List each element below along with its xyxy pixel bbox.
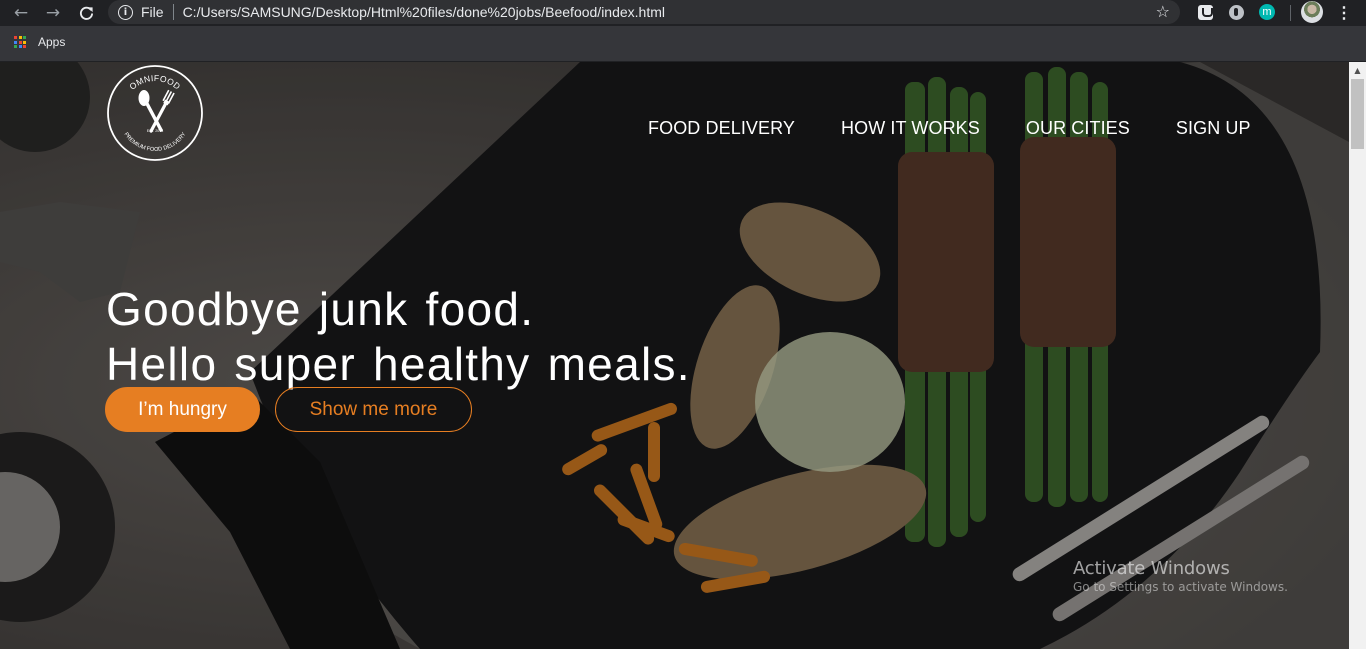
omnifood-logo[interactable]: OMNIFOOD PREMIUM FOOD DELIVERY EST. 2014: [106, 64, 204, 162]
extension-icon: [1228, 4, 1244, 20]
bookmark-star-icon[interactable]: ☆: [1156, 2, 1170, 21]
headline-line-1: Goodbye junk food.: [106, 283, 535, 335]
divider: [172, 4, 174, 20]
m-extension-icon: m: [1259, 4, 1275, 20]
browser-menu-button[interactable]: ⋮: [1334, 2, 1354, 24]
profile-avatar[interactable]: [1301, 1, 1323, 23]
nav-item-our-cities[interactable]: OUR CITIES: [1026, 118, 1130, 139]
vertical-scrollbar[interactable]: ▲: [1349, 62, 1366, 649]
extension-m-button[interactable]: m: [1258, 3, 1276, 21]
browser-toolbar: ← → i File C:/Users/SAMSUNG/Desktop/Html…: [0, 0, 1366, 26]
show-me-more-button[interactable]: Show me more: [275, 387, 472, 432]
nav-item-sign-up[interactable]: SIGN UP: [1176, 118, 1251, 139]
nav-item-how-it-works[interactable]: HOW IT WORKS: [841, 118, 980, 139]
svg-text:PREMIUM FOOD DELIVERY: PREMIUM FOOD DELIVERY: [123, 131, 188, 153]
headline-line-2: Hello super healthy meals.: [106, 338, 691, 390]
info-icon[interactable]: i: [118, 4, 133, 20]
activate-windows-title: Activate Windows: [1073, 558, 1230, 579]
divider: [1290, 5, 1291, 21]
scrollbar-thumb[interactable]: [1351, 79, 1364, 149]
more-vert-icon: ⋮: [1336, 5, 1352, 22]
hero-headline: Goodbye junk food. Hello super healthy m…: [106, 282, 691, 392]
apps-shortcut[interactable]: Apps: [14, 35, 65, 49]
reload-button[interactable]: [74, 1, 98, 25]
browser-chrome: ← → i File C:/Users/SAMSUNG/Desktop/Html…: [0, 0, 1366, 62]
extension-button[interactable]: [1227, 3, 1245, 21]
logo-est-text: EST. 2014: [147, 129, 164, 133]
extension-pocket-button[interactable]: [1196, 3, 1214, 21]
address-bar[interactable]: i File C:/Users/SAMSUNG/Desktop/Html%20f…: [108, 0, 1180, 24]
scheme-label: File: [141, 4, 164, 20]
logo-bottom-text: PREMIUM FOOD DELIVERY: [123, 131, 188, 153]
spoon-fork-icon: [138, 89, 175, 133]
bookmarks-bar: Apps: [0, 26, 1366, 62]
scroll-up-arrow-icon[interactable]: ▲: [1349, 62, 1366, 79]
reload-icon: [79, 6, 93, 20]
url-text[interactable]: C:/Users/SAMSUNG/Desktop/Html%20files/do…: [183, 4, 665, 20]
back-button[interactable]: ←: [9, 1, 33, 25]
main-nav: FOOD DELIVERY HOW IT WORKS OUR CITIES SI…: [648, 118, 1251, 139]
apps-grid-icon: [14, 36, 26, 48]
arrow-left-icon: ←: [13, 3, 29, 23]
logo-top-text: OMNIFOOD: [127, 73, 182, 92]
im-hungry-button[interactable]: I’m hungry: [105, 387, 260, 432]
svg-text:OMNIFOOD: OMNIFOOD: [127, 73, 182, 92]
forward-button[interactable]: →: [41, 1, 65, 25]
apps-label: Apps: [38, 35, 66, 49]
pocket-icon: [1197, 4, 1213, 20]
activate-windows-subtitle: Go to Settings to activate Windows.: [1073, 580, 1288, 594]
nav-item-food-delivery[interactable]: FOOD DELIVERY: [648, 118, 795, 139]
arrow-right-icon: →: [45, 3, 61, 23]
